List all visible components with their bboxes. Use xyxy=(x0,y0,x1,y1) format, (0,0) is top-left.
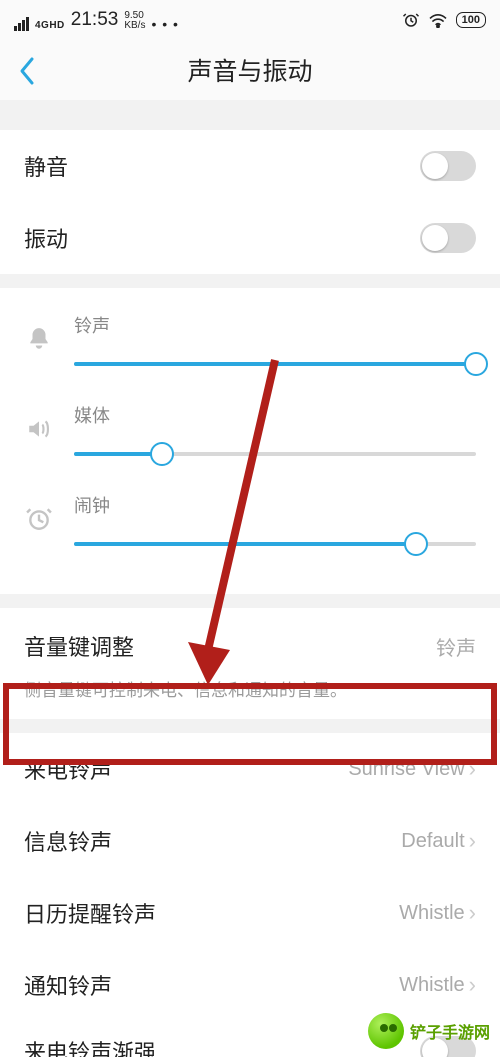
clock: 21:53 xyxy=(71,9,119,31)
divider xyxy=(0,100,500,130)
chevron-right-icon: › xyxy=(469,972,476,998)
volume-key-label: 音量键调整 xyxy=(24,630,134,662)
watermark-logo xyxy=(368,1013,404,1049)
gradual-ring-label: 来电铃声渐强 xyxy=(24,1035,156,1057)
watermark: 铲子手游网 xyxy=(368,1013,490,1049)
status-left: 4GHD 21:53 9.50 KB/s • • • xyxy=(14,9,179,31)
watermark-text: 铲子手游网 xyxy=(410,1019,490,1043)
chevron-right-icon: › xyxy=(469,900,476,926)
ringtone-slider-row: 铃声 xyxy=(24,302,476,392)
vibrate-label: 振动 xyxy=(24,222,68,254)
ringtone-slider-label: 铃声 xyxy=(74,312,476,338)
speaker-icon xyxy=(24,408,54,450)
status-bar: 4GHD 21:53 9.50 KB/s • • • 100 xyxy=(0,0,500,40)
notify-ringtone-label: 通知铃声 xyxy=(24,969,112,1001)
volume-sliders: 铃声 媒体 闹钟 xyxy=(0,288,500,594)
alarm-slider-label: 闹钟 xyxy=(74,492,476,518)
calendar-ringtone-row[interactable]: 日历提醒铃声 Whistle› xyxy=(0,877,500,949)
media-slider[interactable] xyxy=(74,440,476,468)
alarm-status-icon xyxy=(402,11,420,29)
chevron-right-icon: › xyxy=(469,756,476,782)
more-icon: • • • xyxy=(151,17,178,31)
msg-ringtone-row[interactable]: 信息铃声 Default› xyxy=(0,805,500,877)
toggle-knob xyxy=(422,153,448,179)
page-title: 声音与振动 xyxy=(0,52,500,88)
msg-ringtone-label: 信息铃声 xyxy=(24,825,112,857)
divider xyxy=(0,719,500,733)
volume-key-value: 铃声 xyxy=(436,632,476,661)
volume-key-note: 侧音量键可控制来电、信息和通知的音量。 xyxy=(24,676,476,701)
status-right: 100 xyxy=(402,11,486,29)
call-ringtone-row[interactable]: 来电铃声 Sunrise View› xyxy=(0,733,500,805)
ringtone-slider[interactable] xyxy=(74,350,476,378)
divider xyxy=(0,594,500,608)
notify-ringtone-row[interactable]: 通知铃声 Whistle› xyxy=(0,949,500,1021)
back-button[interactable] xyxy=(10,54,44,88)
net-speed-bot: KB/s xyxy=(124,20,145,31)
calendar-ringtone-value: Whistle xyxy=(399,902,465,925)
signal-icon xyxy=(14,17,29,31)
bell-icon xyxy=(24,318,54,360)
alarm-slider[interactable] xyxy=(74,530,476,558)
wifi-icon xyxy=(428,12,448,28)
network-label: 4GHD xyxy=(35,20,65,31)
msg-ringtone-value: Default xyxy=(401,830,464,853)
divider xyxy=(0,274,500,288)
alarm-slider-row: 闹钟 xyxy=(24,482,476,572)
clock-icon xyxy=(24,498,54,540)
call-ringtone-value: Sunrise View xyxy=(348,758,464,781)
battery-icon: 100 xyxy=(456,12,486,28)
silent-row[interactable]: 静音 xyxy=(0,130,500,202)
vibrate-toggle[interactable] xyxy=(420,223,476,253)
vibrate-row[interactable]: 振动 xyxy=(0,202,500,274)
silent-toggle[interactable] xyxy=(420,151,476,181)
silent-label: 静音 xyxy=(24,150,68,182)
call-ringtone-label: 来电铃声 xyxy=(24,753,112,785)
toggle-knob xyxy=(422,225,448,251)
net-speed: 9.50 KB/s xyxy=(124,11,145,31)
notify-ringtone-value: Whistle xyxy=(399,974,465,997)
calendar-ringtone-label: 日历提醒铃声 xyxy=(24,897,156,929)
page-header: 声音与振动 xyxy=(0,40,500,100)
media-slider-row: 媒体 xyxy=(24,392,476,482)
chevron-right-icon: › xyxy=(469,828,476,854)
volume-key-section[interactable]: 音量键调整 铃声 侧音量键可控制来电、信息和通知的音量。 xyxy=(0,608,500,719)
media-slider-label: 媒体 xyxy=(74,402,476,428)
